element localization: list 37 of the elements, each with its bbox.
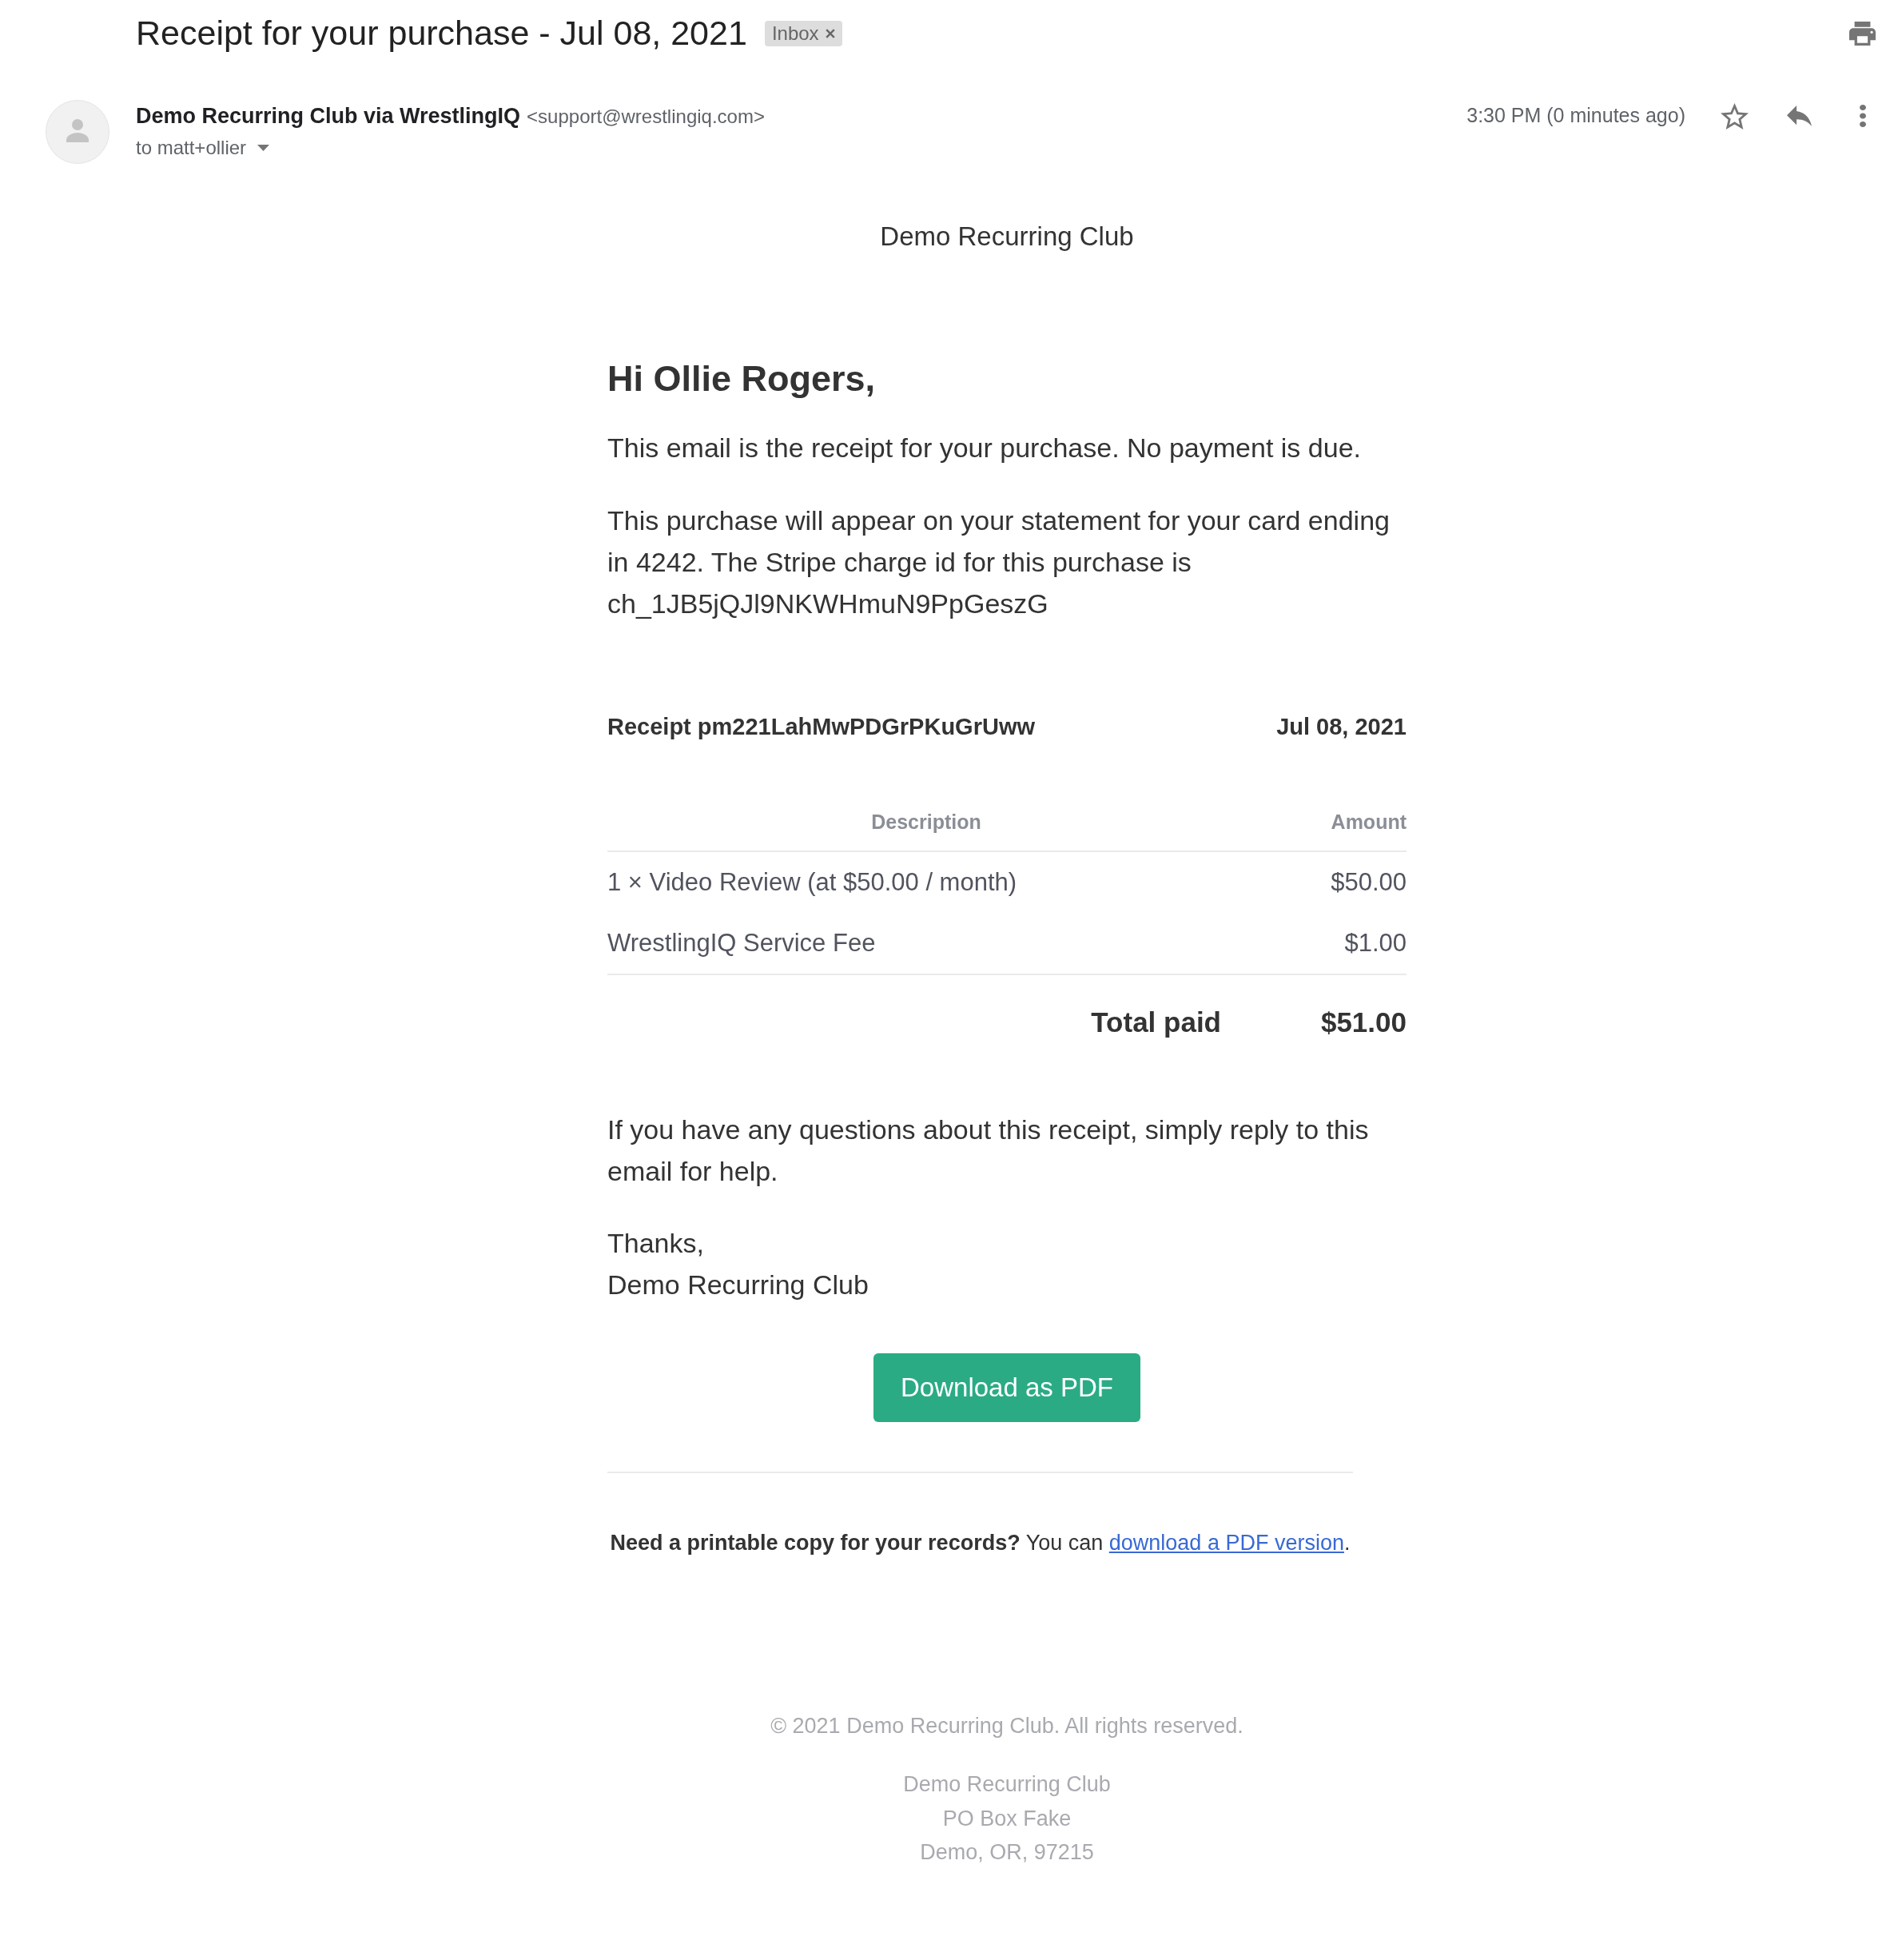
printable-note: Need a printable copy for your records? You can download a PDF version. <box>609 1530 1351 1556</box>
address-line: Demo, OR, 97215 <box>920 1839 1094 1866</box>
subject-title: Receipt for your purchase - Jul 08, 2021 <box>136 13 747 54</box>
recipient-text: to matt+ollier <box>136 136 247 160</box>
star-icon[interactable] <box>1721 102 1749 129</box>
receipt-title: Receipt pm221LahMwPDGrPKuGrUww <box>607 713 1035 741</box>
close-icon[interactable] <box>825 29 835 38</box>
timestamp: 3:30 PM (0 minutes ago) <box>1466 103 1685 129</box>
brand-name: Demo Recurring Club <box>880 221 1134 251</box>
sender-email: <support@wrestlingiq.com> <box>527 106 765 127</box>
greeting-heading: Hi Ollie Rogers, <box>607 357 877 400</box>
pdf-version-link[interactable]: download a PDF version <box>1108 1531 1344 1555</box>
print-icon[interactable] <box>1849 22 1876 46</box>
avatar-icon <box>46 100 109 164</box>
closing-paragraph: If you have any questions about this receipt, simply reply to this email for help. <box>607 1113 1370 1188</box>
signoff-text: Thanks, <box>607 1228 704 1258</box>
copyright-text: © 2021 Demo Recurring Club. All rights reserved. <box>770 1714 1243 1738</box>
address-line: Demo Recurring Club <box>903 1771 1111 1798</box>
address-line: PO Box Fake <box>942 1805 1072 1832</box>
item-description: WrestlingIQ Service Fee <box>607 929 876 957</box>
signoff-text: Demo Recurring Club <box>607 1269 869 1300</box>
body-paragraph: This purchase will appear on your statement for your card ending in 4242. The Stripe charge id for this purchase is ch_1JB5jQJl9NKWHmuN9PpGeszG <box>607 504 1391 620</box>
sender-name: Demo Recurring Club via WrestlingIQ <box>136 104 521 128</box>
reply-icon[interactable] <box>1787 106 1812 126</box>
download-pdf-button[interactable]: Download as PDF <box>873 1353 1140 1422</box>
total-amount: $51.00 <box>1320 1006 1407 1038</box>
inbox-label[interactable]: Inbox <box>764 21 842 46</box>
column-header: Description <box>871 811 981 833</box>
item-description: 1 × Video Review (at $50.00 / month) <box>607 868 1017 896</box>
receipt-date: Jul 08, 2021 <box>1276 713 1407 741</box>
item-amount: $1.00 <box>1344 929 1407 957</box>
more-icon[interactable] <box>1860 105 1866 127</box>
total-label: Total paid <box>1091 1006 1221 1038</box>
column-header: Amount <box>1331 811 1407 833</box>
body-paragraph: This email is the receipt for your purchase. No payment is due. <box>607 432 1362 464</box>
item-amount: $50.00 <box>1331 868 1407 896</box>
caret-icon[interactable] <box>257 145 270 151</box>
